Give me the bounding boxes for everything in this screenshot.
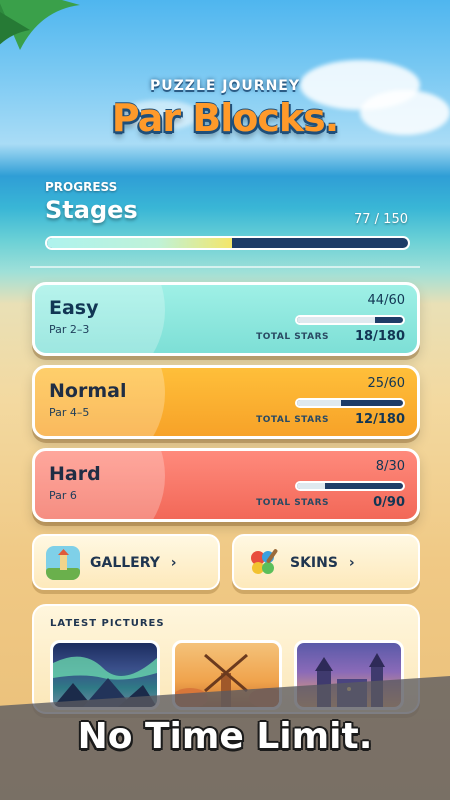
skins-label: SKINS (290, 555, 338, 571)
promo-banner-text: No Time Limit. (77, 716, 373, 757)
progress-bar (45, 236, 410, 250)
level-name: Easy (49, 297, 99, 319)
total-stars-label: TOTAL STARS (256, 498, 329, 508)
overall-progress: PROGRESS Stages 77 / 150 (45, 180, 410, 250)
chevron-right-icon: › (348, 555, 355, 571)
progress-bar-fill (47, 238, 233, 248)
level-count: 44/60 (367, 293, 405, 308)
level-card-easy[interactable]: Easy Par 2–3 44/60 TOTAL STARS 18/180 (32, 282, 420, 356)
latest-pictures-heading: LATEST PICTURES (50, 618, 165, 629)
paint-palette-icon (251, 549, 278, 574)
level-progress-bar (295, 481, 405, 491)
game-logo: Par Blocks. (111, 96, 339, 140)
progress-count: 77 / 150 (354, 212, 408, 227)
gallery-label: GALLERY (90, 555, 160, 571)
level-card-hard[interactable]: Hard Par 6 8/30 TOTAL STARS 0/90 (32, 448, 420, 522)
level-progress-fill (297, 483, 326, 489)
level-count: 25/60 (367, 376, 405, 391)
game-subtitle: PUZZLE JOURNEY (150, 78, 300, 94)
level-count: 8/30 (375, 459, 405, 474)
level-name: Hard (49, 463, 101, 485)
level-card-normal[interactable]: Normal Par 4–5 25/60 TOTAL STARS 12/180 (32, 365, 420, 439)
gallery-button[interactable]: GALLERY › (32, 534, 220, 590)
total-stars-label: TOTAL STARS (256, 415, 329, 425)
level-progress-fill (297, 400, 342, 406)
level-par: Par 6 (49, 489, 77, 502)
level-par: Par 4–5 (49, 406, 90, 419)
total-stars-value: 18/180 (355, 329, 405, 344)
level-name: Normal (49, 380, 127, 402)
level-progress-bar (295, 315, 405, 325)
chevron-right-icon: › (170, 555, 177, 571)
skins-button[interactable]: SKINS › (232, 534, 420, 590)
progress-label: PROGRESS (45, 180, 118, 194)
gallery-lighthouse-icon (46, 546, 80, 580)
level-progress-fill (297, 317, 375, 323)
level-progress-bar (295, 398, 405, 408)
divider (30, 266, 420, 268)
total-stars-label: TOTAL STARS (256, 332, 329, 342)
game-title: PUZZLE JOURNEY Par Blocks. (0, 78, 450, 140)
total-stars-value: 12/180 (355, 412, 405, 427)
palm-leaves-decoration (0, 0, 80, 50)
total-stars-value: 0/90 (373, 495, 405, 510)
level-par: Par 2–3 (49, 323, 90, 336)
